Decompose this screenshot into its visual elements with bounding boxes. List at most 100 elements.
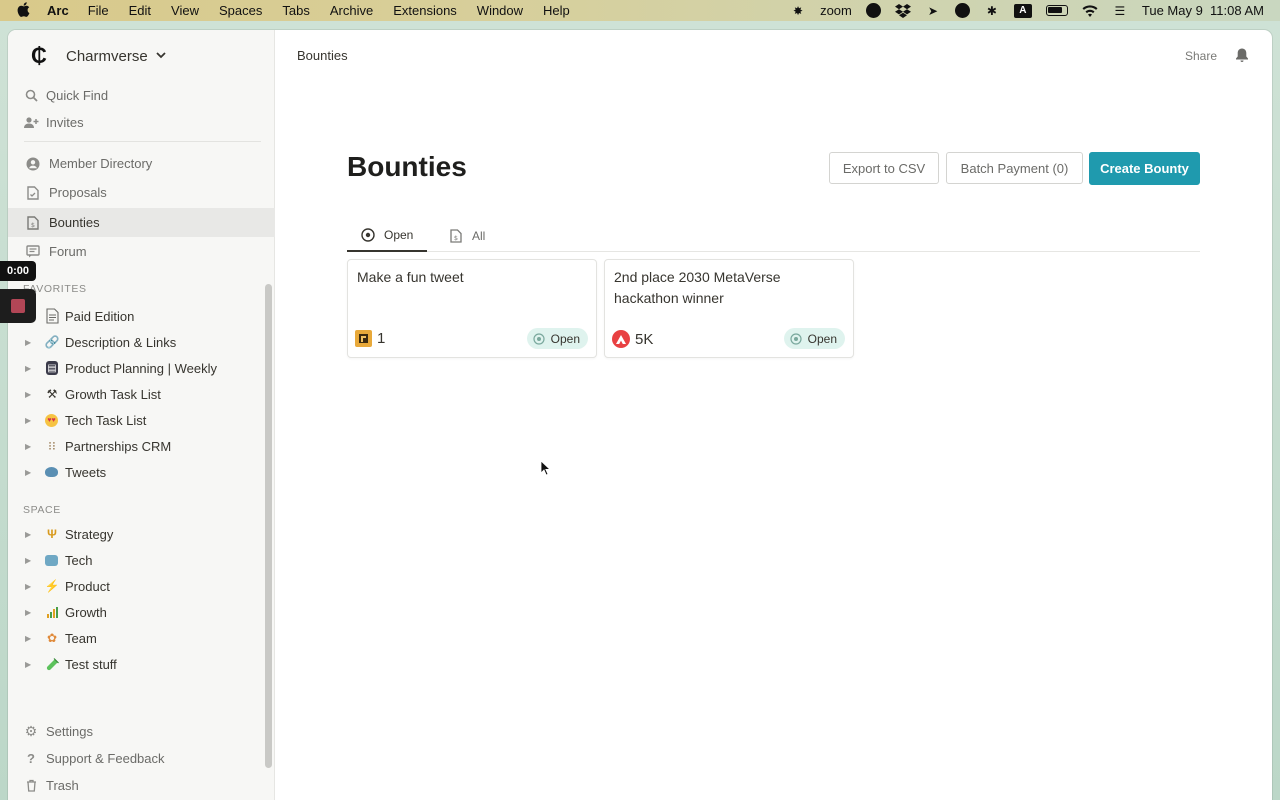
sidebar-item-label: Forum xyxy=(49,244,87,259)
quick-find-label: Quick Find xyxy=(46,87,109,103)
menubar-file[interactable]: File xyxy=(88,3,109,18)
support-label: Support & Feedback xyxy=(46,750,165,766)
notebook-emoji-icon: ▤ xyxy=(46,361,58,375)
custom-token-icon xyxy=(355,330,372,347)
sun-icon[interactable]: ✸ xyxy=(790,4,806,18)
menubar-help[interactable]: Help xyxy=(543,3,570,18)
workspace-switcher[interactable]: ₵ Charmverse xyxy=(28,43,166,68)
favorite-page-tech-task-list[interactable]: ▶ ♥♥ Tech Task List xyxy=(8,407,265,433)
menubar-app-name[interactable]: Arc xyxy=(47,3,69,18)
menubar-view[interactable]: View xyxy=(171,3,199,18)
bounty-document-icon: $ xyxy=(25,215,41,231)
sidebar-item-bounties[interactable]: $ Bounties xyxy=(8,208,275,237)
page-label: Growth xyxy=(65,604,107,620)
page-label: Team xyxy=(65,630,97,646)
batch-payment-button[interactable]: Batch Payment (0) xyxy=(946,152,1083,184)
favorite-page-growth-task-list[interactable]: ▶ ⚒ Growth Task List xyxy=(8,381,265,407)
app-window: ₵ Charmverse Quick Find Invites Member D… xyxy=(8,30,1272,800)
space-page-product[interactable]: ▶ ⚡ Product xyxy=(8,573,265,599)
support-feedback-button[interactable]: ? Support & Feedback xyxy=(8,745,275,771)
menubar-edit[interactable]: Edit xyxy=(129,3,151,18)
open-circle-icon xyxy=(533,332,545,345)
page-label: Growth Task List xyxy=(65,386,161,402)
tab-open[interactable]: Open xyxy=(347,220,427,252)
export-csv-button[interactable]: Export to CSV xyxy=(829,152,939,184)
favorite-page-tweets[interactable]: ▶ Tweets xyxy=(8,459,265,485)
bluetooth-icon[interactable]: ✱ xyxy=(984,4,1000,18)
bounty-reward-amount: 1 xyxy=(377,330,386,347)
expand-arrow-icon[interactable]: ▶ xyxy=(25,390,35,399)
expand-arrow-icon[interactable]: ▶ xyxy=(25,338,35,347)
space-page-tech[interactable]: ▶ Tech xyxy=(8,547,265,573)
status-label: Open xyxy=(550,331,580,346)
menubar-datetime[interactable]: Tue May 9 11:08 AM xyxy=(1142,3,1264,18)
stop-recording-button[interactable] xyxy=(0,289,36,323)
arrows-icon[interactable]: ➤ xyxy=(925,4,941,18)
tab-all[interactable]: $ All xyxy=(449,220,499,252)
expand-arrow-icon[interactable]: ▶ xyxy=(25,582,35,591)
favorite-page-description-links[interactable]: ▶ 🔗 Description & Links xyxy=(8,329,265,355)
recording-timer: 0:00 xyxy=(0,261,36,281)
space-section-label: SPACE xyxy=(23,504,61,516)
lightning-emoji-icon: ⚡ xyxy=(44,579,60,593)
invites-button[interactable]: Invites xyxy=(8,108,275,136)
space-page-test-stuff[interactable]: ▶ Test stuff xyxy=(8,651,265,677)
macos-menubar: Arc File Edit View Spaces Tabs Archive E… xyxy=(0,0,1280,21)
space-page-growth[interactable]: ▶ Growth xyxy=(8,599,265,625)
audio-wave-icon[interactable] xyxy=(865,3,881,18)
sidebar-item-proposals[interactable]: Proposals xyxy=(8,178,275,207)
telegram-icon[interactable] xyxy=(954,3,970,18)
page-icon xyxy=(44,308,60,324)
expand-arrow-icon[interactable]: ▶ xyxy=(25,468,35,477)
menubar-spaces[interactable]: Spaces xyxy=(219,3,262,18)
control-center-icon[interactable]: ☰ xyxy=(1112,4,1128,18)
bell-icon[interactable] xyxy=(1235,47,1251,63)
breadcrumb-title: Bounties xyxy=(297,48,348,63)
tab-label: All xyxy=(472,229,486,243)
trident-emoji-icon: Ψ xyxy=(47,527,57,541)
favorite-page-product-planning[interactable]: ▶ ▤ Product Planning | Weekly xyxy=(8,355,265,381)
expand-arrow-icon[interactable]: ▶ xyxy=(25,442,35,451)
expand-arrow-icon[interactable]: ▶ xyxy=(25,530,35,539)
space-page-team[interactable]: ▶ ✿ Team xyxy=(8,625,265,651)
abacus-emoji-icon: ⁝⁝ xyxy=(48,439,56,453)
expand-arrow-icon[interactable]: ▶ xyxy=(25,364,35,373)
expand-arrow-icon[interactable]: ▶ xyxy=(25,556,35,565)
document-icon xyxy=(25,185,41,201)
sidebar-item-label: Bounties xyxy=(49,215,100,230)
sidebar-item-member-directory[interactable]: Member Directory xyxy=(8,149,275,178)
favorite-page-partnerships-crm[interactable]: ▶ ⁝⁝ Partnerships CRM xyxy=(8,433,265,459)
share-button[interactable]: Share xyxy=(1185,49,1217,63)
bounty-card[interactable]: Make a fun tweet 1 Open xyxy=(347,259,597,358)
create-bounty-button[interactable]: Create Bounty xyxy=(1089,152,1200,185)
trash-icon xyxy=(23,777,39,793)
expand-arrow-icon[interactable]: ▶ xyxy=(25,416,35,425)
expand-arrow-icon[interactable]: ▶ xyxy=(25,634,35,643)
input-source-icon[interactable]: A xyxy=(1013,3,1032,18)
expand-arrow-icon[interactable]: ▶ xyxy=(25,608,35,617)
space-page-strategy[interactable]: ▶ Ψ Strategy xyxy=(8,521,265,547)
wifi-icon[interactable] xyxy=(1082,4,1098,18)
quick-find-button[interactable]: Quick Find xyxy=(8,81,275,109)
menubar-window[interactable]: Window xyxy=(477,3,523,18)
menubar-tabs[interactable]: Tabs xyxy=(282,3,309,18)
trash-button[interactable]: Trash xyxy=(8,772,275,798)
menubar-archive[interactable]: Archive xyxy=(330,3,373,18)
page-label: Paid Edition xyxy=(65,308,135,324)
apple-icon[interactable] xyxy=(17,1,33,20)
zoom-status-label[interactable]: zoom xyxy=(820,3,852,18)
settings-button[interactable]: ⚙ Settings xyxy=(8,718,275,744)
menubar-status-area: ✸ zoom ➤ ✱ A ☰ Tue May 9 11:08 AM xyxy=(790,0,1264,21)
favorite-page-paid-edition[interactable]: Paid Edition xyxy=(8,303,265,329)
expand-arrow-icon[interactable]: ▶ xyxy=(25,660,35,669)
invites-label: Invites xyxy=(46,114,84,130)
battery-icon[interactable] xyxy=(1045,5,1068,16)
menubar-extensions[interactable]: Extensions xyxy=(393,3,457,18)
dropbox-icon[interactable] xyxy=(894,3,911,18)
sidebar-scrollbar[interactable] xyxy=(265,284,272,768)
bounty-card[interactable]: 2nd place 2030 MetaVerse hackathon winne… xyxy=(604,259,854,358)
chart-emoji-icon xyxy=(44,604,60,620)
sidebar-item-forum[interactable]: Forum xyxy=(8,237,275,266)
sidebar-divider xyxy=(24,141,261,142)
page-label: Tech Task List xyxy=(65,412,147,428)
